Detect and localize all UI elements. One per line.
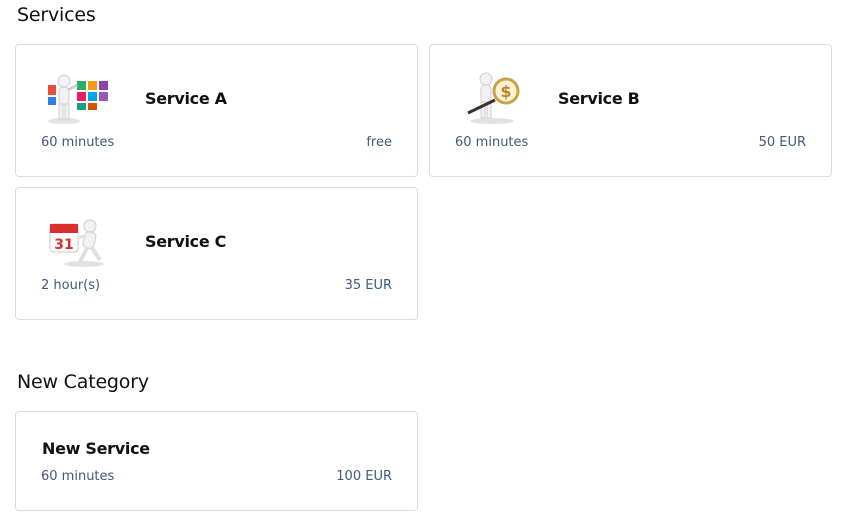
- service-price: 50 EUR: [758, 135, 806, 150]
- magnifier-dollar-person-icon: $: [458, 69, 526, 125]
- service-name: Service A: [145, 89, 227, 108]
- service-duration: 60 minutes: [41, 469, 115, 484]
- service-price: free: [366, 135, 392, 150]
- service-card-c[interactable]: 31 Service C 2 hour(s) 35 EUR: [15, 187, 418, 320]
- calendar-person-icon: 31: [44, 218, 112, 268]
- service-name: Service B: [558, 89, 640, 108]
- service-card-a[interactable]: Service A 60 minutes free: [15, 44, 418, 177]
- service-price: 100 EUR: [336, 469, 392, 484]
- tiles-person-icon: [44, 73, 112, 125]
- category-title-new-category: New Category: [17, 371, 149, 393]
- service-duration: 60 minutes: [455, 135, 529, 150]
- svg-text:31: 31: [54, 237, 73, 253]
- service-name: New Service: [42, 439, 150, 458]
- category-title-services: Services: [17, 4, 96, 26]
- service-name: Service C: [145, 232, 227, 251]
- service-duration: 2 hour(s): [41, 278, 101, 293]
- service-card-new-service[interactable]: New Service 60 minutes 100 EUR: [15, 411, 418, 511]
- service-card-b[interactable]: $ Service B 60 minutes 50 EUR: [429, 44, 832, 177]
- svg-text:$: $: [500, 82, 511, 101]
- service-price: 35 EUR: [344, 278, 392, 293]
- service-duration: 60 minutes: [41, 135, 115, 150]
